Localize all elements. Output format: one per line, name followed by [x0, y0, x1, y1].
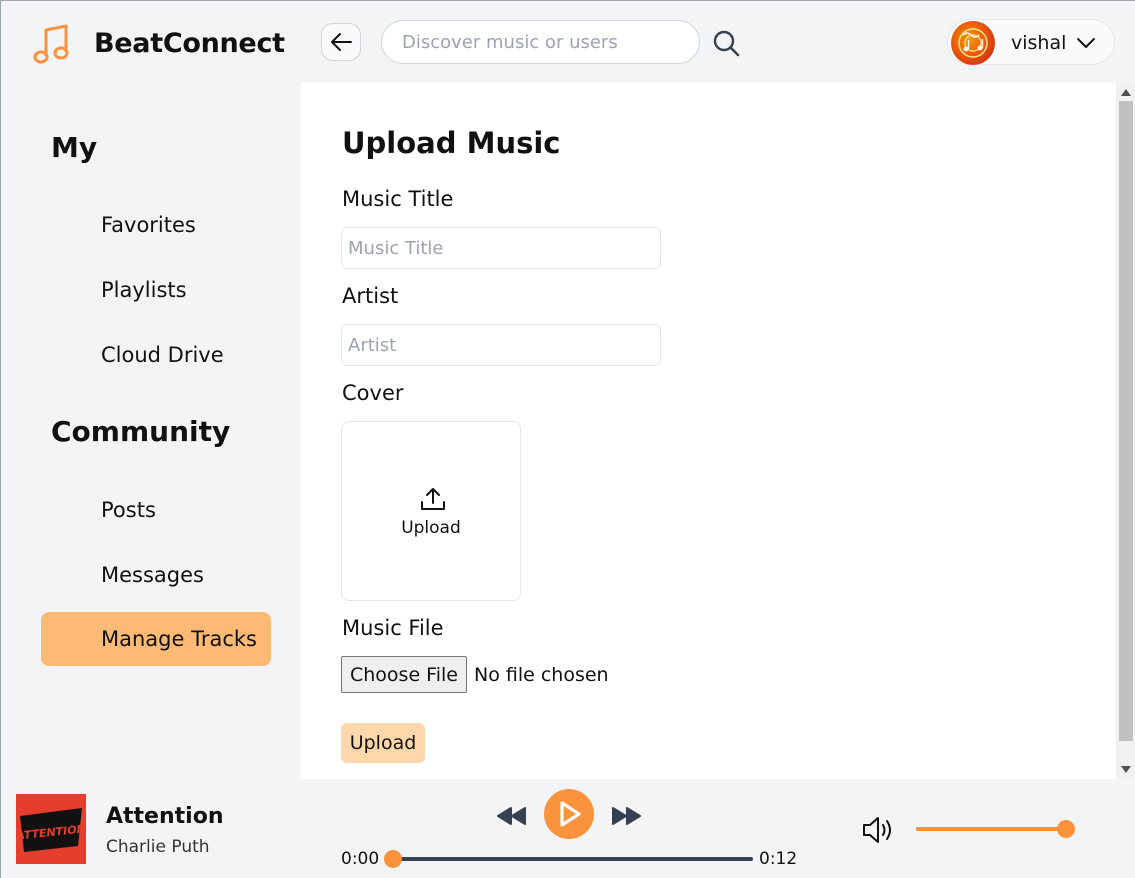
next-track-icon[interactable] — [611, 806, 643, 826]
sidebar: My Favorites Playlists Cloud Drive Commu… — [1, 83, 301, 779]
back-button[interactable] — [321, 23, 361, 61]
sidebar-item-cloud-drive[interactable]: Cloud Drive — [41, 328, 271, 382]
album-art-image: ATTENTION — [16, 794, 86, 864]
volume-slider[interactable] — [916, 820, 1075, 838]
top-bar: BeatConnect vishal — [1, 1, 1135, 83]
volume-knob[interactable] — [1057, 820, 1075, 838]
cover-label: Cover — [342, 381, 404, 405]
chevron-down-icon — [1077, 38, 1095, 48]
avatar-music-art-icon — [958, 28, 988, 58]
sidebar-item-favorites[interactable]: Favorites — [41, 198, 271, 252]
avatar — [951, 21, 995, 65]
page-title: Upload Music — [342, 126, 561, 160]
scroll-up-arrow-icon[interactable] — [1121, 89, 1131, 96]
track-cover-art: ATTENTION — [16, 794, 86, 864]
music-file-input: Choose File No file chosen — [341, 656, 609, 693]
play-icon — [560, 801, 581, 827]
artist-input[interactable] — [341, 324, 661, 366]
track-artist[interactable]: Charlie Puth — [106, 837, 210, 857]
track-title: Attention — [106, 804, 224, 829]
volume-icon[interactable] — [861, 815, 895, 845]
cover-upload-dropzone[interactable]: Upload — [341, 421, 521, 601]
sidebar-item-posts[interactable]: Posts — [41, 483, 271, 537]
sidebar-section-title-community: Community — [51, 415, 231, 448]
music-title-input[interactable] — [341, 227, 661, 269]
progress-slider[interactable] — [384, 850, 753, 868]
file-status-text: No file chosen — [473, 663, 609, 686]
sidebar-item-manage-tracks[interactable]: Manage Tracks — [41, 612, 271, 666]
upload-music-panel: Upload Music Music Title Artist Cover Up… — [301, 83, 1116, 779]
previous-track-icon[interactable] — [495, 806, 527, 826]
music-title-label: Music Title — [342, 187, 454, 211]
sidebar-item-playlists[interactable]: Playlists — [41, 263, 271, 317]
app-brand-name[interactable]: BeatConnect — [94, 28, 285, 59]
username: vishal — [1011, 32, 1067, 54]
choose-file-button[interactable]: Choose File — [341, 656, 467, 693]
sidebar-item-messages[interactable]: Messages — [41, 548, 271, 602]
scroll-down-arrow-icon[interactable] — [1121, 766, 1131, 773]
scrollbar-thumb[interactable] — [1119, 101, 1133, 741]
upload-submit-button[interactable]: Upload — [341, 723, 425, 763]
play-button[interactable] — [544, 789, 594, 839]
user-menu[interactable]: vishal — [947, 19, 1115, 65]
music-file-label: Music File — [342, 616, 444, 640]
search-input[interactable] — [381, 20, 700, 64]
sidebar-section-title-my: My — [51, 131, 98, 164]
cover-upload-label: Upload — [401, 518, 461, 538]
upload-icon — [421, 488, 445, 510]
current-time: 0:00 — [341, 849, 380, 869]
total-time: 0:12 — [759, 849, 798, 869]
progress-knob[interactable] — [384, 850, 402, 868]
music-note-logo-icon — [33, 24, 69, 64]
main-scrollbar[interactable] — [1116, 83, 1135, 779]
arrow-left-icon — [331, 33, 352, 51]
artist-label: Artist — [342, 284, 399, 308]
volume-fill — [916, 827, 1066, 831]
music-player-bar: ATTENTION Attention Charlie Puth 0:00 0:… — [1, 779, 1135, 878]
search-icon[interactable] — [712, 29, 740, 57]
